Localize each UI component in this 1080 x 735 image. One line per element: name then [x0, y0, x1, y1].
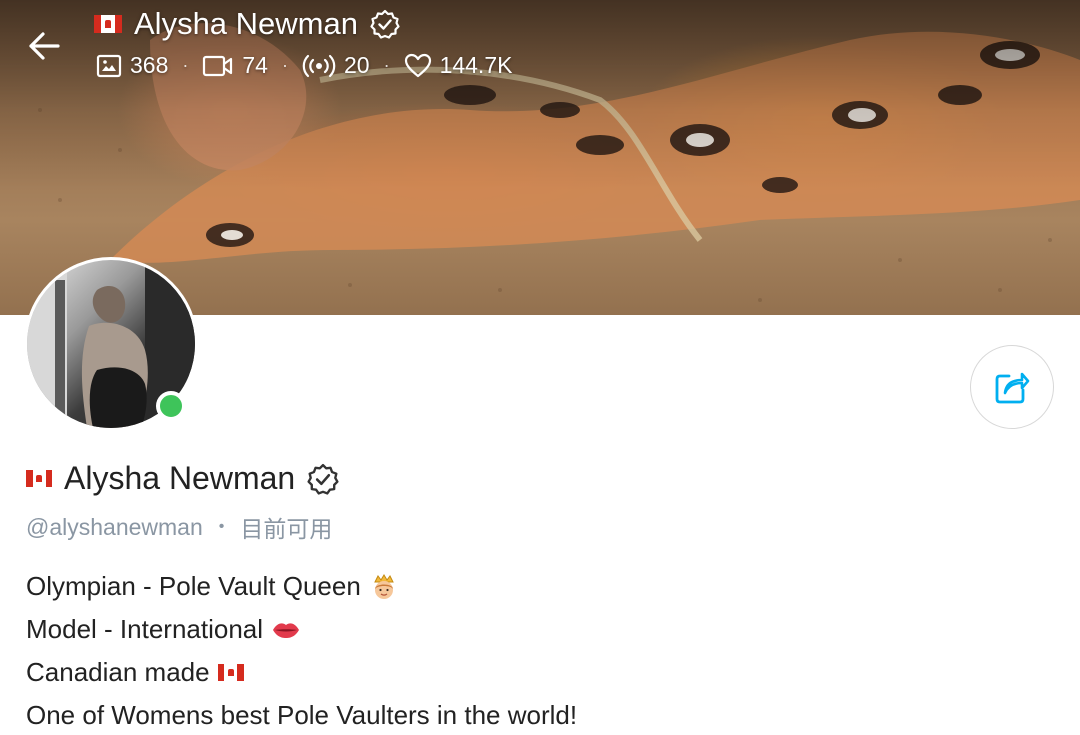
canada-flag-icon: [26, 470, 52, 487]
bio-line: Olympian - Pole Vault Queen: [26, 565, 577, 608]
lips-emoji-icon: [271, 615, 301, 645]
back-button[interactable]: [22, 24, 66, 68]
header-name: Alysha Newman: [134, 6, 358, 41]
profile-handle: @alyshanewman: [26, 513, 203, 540]
profile-name: Alysha Newman: [26, 460, 339, 497]
separator-dot: ·: [383, 55, 390, 75]
cover-shade: [0, 0, 1080, 315]
separator-dot: ·: [182, 55, 189, 75]
heart-icon: [404, 53, 431, 77]
stream-icon: [302, 54, 336, 77]
stat-photos[interactable]: 368: [96, 52, 168, 79]
canada-flag-icon: [94, 15, 122, 33]
princess-emoji-icon: [369, 572, 399, 602]
profile-bio: Olympian - Pole Vault Queen Model - Inte…: [26, 565, 577, 735]
stat-streams[interactable]: 20: [302, 52, 370, 79]
share-button[interactable]: [970, 345, 1054, 429]
stat-likes-value: 144.7K: [439, 52, 513, 78]
header-title: Alysha Newman: [94, 6, 400, 42]
stat-streams-value: 20: [343, 52, 370, 78]
stat-videos[interactable]: 74: [202, 52, 268, 79]
handle-row: @alyshanewman • 目前可用: [26, 510, 332, 544]
verified-badge-icon: [370, 9, 400, 39]
video-icon: [203, 55, 233, 76]
stat-videos-value: 74: [242, 52, 268, 78]
separator-dot: •: [218, 518, 225, 535]
bio-line-text: Olympian - Pole Vault Queen: [26, 571, 361, 601]
bio-line-text: One of Womens best Pole Vaulters in the …: [26, 700, 578, 730]
stat-likes[interactable]: 144.7K: [404, 52, 513, 79]
verified-badge-icon: [307, 463, 339, 495]
bio-line-text: Canadian made: [26, 657, 210, 687]
stat-photos-value: 368: [130, 52, 169, 78]
bio-line: Model - International: [26, 608, 577, 651]
separator-dot: ·: [281, 55, 288, 75]
bio-line-text: Model - International: [26, 614, 264, 644]
header-stats: 368 · 74 · 20 · 144.7K: [96, 52, 512, 79]
bio-line: One of Womens best Pole Vaulters in the …: [26, 694, 577, 735]
bio-line: Canadian made: [26, 651, 577, 694]
online-status-indicator: [156, 391, 186, 421]
share-icon: [995, 372, 1030, 404]
arrow-left-icon: [29, 32, 60, 60]
availability-status: 目前可用: [240, 516, 333, 542]
cover-image: [0, 0, 1080, 315]
profile-name-text: Alysha Newman: [64, 460, 296, 496]
photo-icon: [96, 54, 122, 77]
canada-flag-icon: [217, 664, 244, 681]
